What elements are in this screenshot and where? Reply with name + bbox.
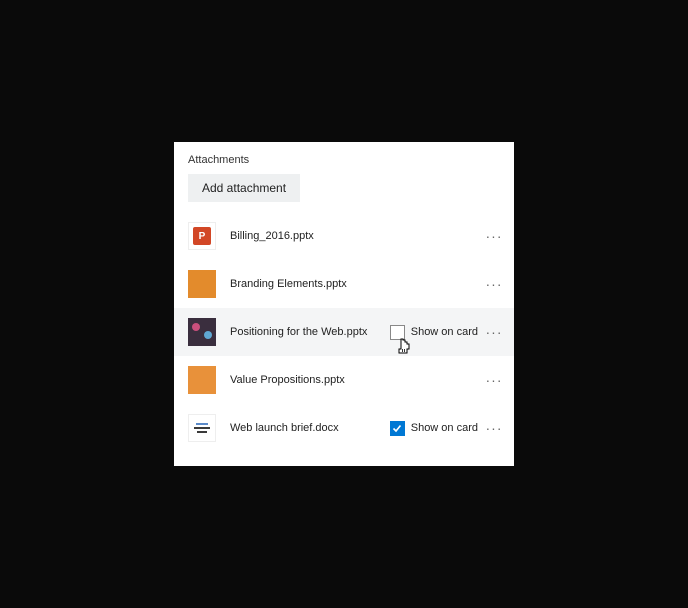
mouse-cursor-icon	[396, 338, 412, 356]
show-on-card-checkbox[interactable]	[390, 325, 405, 340]
more-options-icon[interactable]: ···	[484, 324, 504, 340]
file-thumbnail	[188, 366, 216, 394]
file-thumbnail: P	[188, 222, 216, 250]
attachment-list: PBilling_2016.pptx···Branding Elements.p…	[174, 212, 514, 452]
add-attachment-button[interactable]: Add attachment	[188, 174, 300, 202]
file-name: Value Propositions.pptx	[230, 374, 484, 386]
attachment-row[interactable]: Branding Elements.pptx···	[174, 260, 514, 308]
show-on-card-label: Show on card	[411, 326, 478, 338]
word-doc-icon	[188, 414, 216, 442]
show-on-card-label: Show on card	[411, 422, 478, 434]
attachment-row[interactable]: P Billing_2016.pptx···	[174, 212, 514, 260]
more-options-icon[interactable]: ···	[484, 372, 504, 388]
more-options-icon[interactable]: ···	[484, 228, 504, 244]
attachment-row[interactable]: Web launch brief.docx Show on card ···	[174, 404, 514, 452]
more-options-icon[interactable]: ···	[484, 420, 504, 436]
powerpoint-icon: P	[193, 227, 211, 245]
section-title: Attachments	[174, 154, 514, 174]
attachment-row[interactable]: Value Propositions.pptx···	[174, 356, 514, 404]
show-on-card-control: Show on card	[390, 421, 478, 436]
file-thumbnail	[188, 318, 216, 346]
more-options-icon[interactable]: ···	[484, 276, 504, 292]
attachment-row[interactable]: Positioning for the Web.pptx Show on card…	[174, 308, 514, 356]
file-thumbnail	[188, 270, 216, 298]
file-name: Branding Elements.pptx	[230, 278, 484, 290]
file-name: Web launch brief.docx	[230, 422, 390, 434]
show-on-card-checkbox[interactable]	[390, 421, 405, 436]
file-name: Positioning for the Web.pptx	[230, 326, 390, 338]
attachments-panel: Attachments Add attachment P Billing_2016…	[174, 142, 514, 466]
file-name: Billing_2016.pptx	[230, 230, 484, 242]
show-on-card-control: Show on card	[390, 325, 478, 340]
